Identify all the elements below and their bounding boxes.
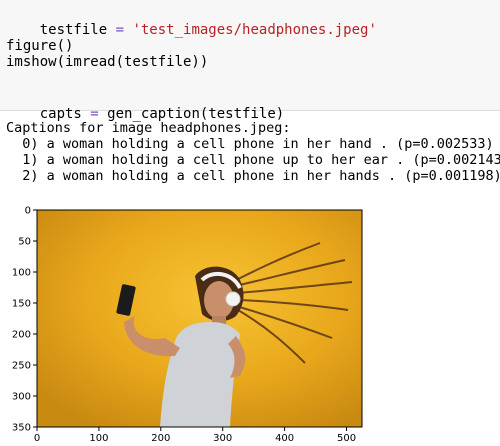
code-line-2: figure(): [6, 38, 74, 54]
image-content: [37, 210, 362, 427]
code-assign-op: =: [107, 22, 133, 38]
x-tick-label: 0: [34, 433, 40, 444]
caption-2: 2) a woman holding a cell phone in her h…: [6, 168, 500, 184]
caption-1: 1) a woman holding a cell phone up to he…: [6, 152, 500, 168]
x-tick-label: 400: [275, 433, 294, 444]
headphones-earcup: [225, 291, 241, 307]
y-tick-label: 200: [12, 330, 31, 341]
code-cell[interactable]: testfile = 'test_images/headphones.jpeg'…: [0, 0, 500, 122]
caption-0: 0) a woman holding a cell phone in her h…: [6, 136, 494, 152]
y-tick-label: 350: [12, 423, 31, 434]
y-tick-label: 250: [12, 361, 31, 372]
y-tick-label: 0: [25, 206, 31, 217]
y-tick-label: 150: [12, 299, 31, 310]
x-tick-label: 300: [213, 433, 232, 444]
x-tick-label: 100: [89, 433, 108, 444]
output-header: Captions for image headphones.jpeg:: [6, 120, 291, 136]
y-tick-label: 100: [12, 268, 31, 279]
code-line-3: imshow(imread(testfile)): [6, 54, 209, 70]
y-tick-label: 50: [18, 237, 31, 248]
imshow-plot: 0 100 200 300 400 500 0 50 100 150 200 250 300 350: [12, 206, 363, 444]
code-string-path: 'test_images/headphones.jpeg': [132, 22, 377, 38]
code-var-testfile: testfile: [39, 22, 108, 38]
x-tick-label: 500: [337, 433, 356, 444]
y-axis: 0 50 100 150 200 250 300 350: [12, 206, 37, 434]
x-tick-label: 200: [151, 433, 170, 444]
x-axis: 0 100 200 300 400 500: [34, 427, 356, 444]
y-tick-label: 300: [12, 392, 31, 403]
